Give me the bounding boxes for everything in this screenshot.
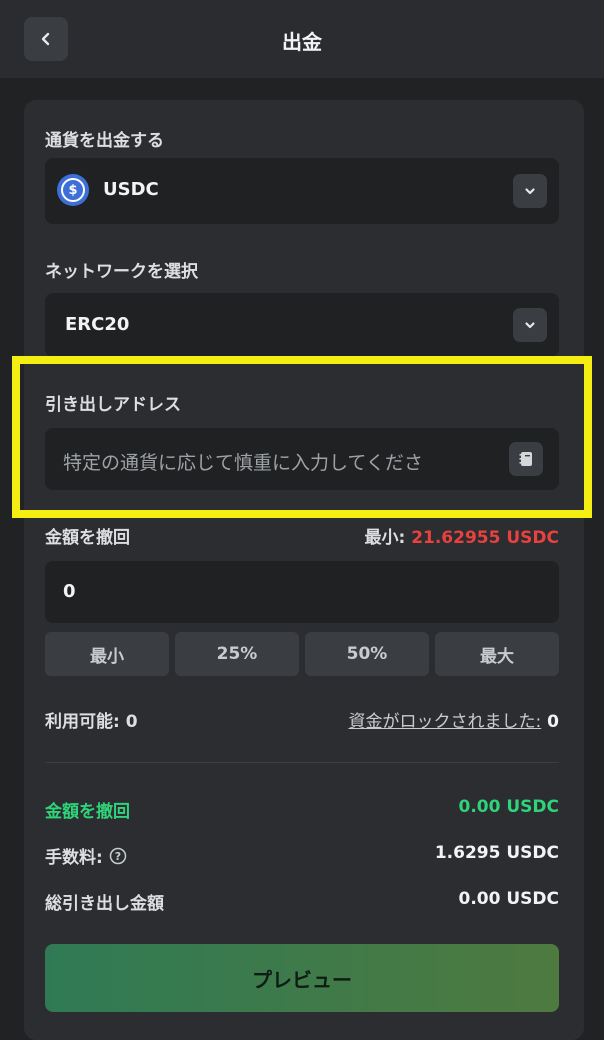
amount-label: 金額を撤回: [45, 528, 130, 548]
usdc-coin-icon: $: [57, 174, 89, 206]
available-balance: 利用可能: 0: [45, 707, 138, 732]
help-icon[interactable]: ?: [109, 847, 127, 865]
network-label: ネットワークを選択: [45, 262, 198, 282]
svg-text:?: ?: [115, 850, 121, 863]
50-percent-button[interactable]: 50%: [305, 632, 429, 676]
page-title: 出金: [282, 30, 322, 54]
preview-button[interactable]: プレビュー: [45, 944, 559, 1012]
total-value: 0.00 USDC: [458, 889, 560, 909]
currency-label: 通貨を出金する: [45, 131, 164, 151]
available-value: 0: [125, 712, 138, 732]
summary-withdraw-value: 0.00 USDC: [458, 797, 560, 817]
min-label: 最小:: [364, 528, 406, 548]
fee-label: 手数料:: [45, 848, 103, 868]
chevron-down-icon: [525, 188, 535, 195]
min-amount: 最小: 21.62955 USDC: [364, 523, 559, 548]
locked-value: 0: [547, 712, 559, 732]
summary-withdraw-label: 金額を撤回: [45, 802, 130, 822]
max-button[interactable]: 最大: [435, 632, 559, 676]
address-highlight-box: [12, 356, 592, 518]
locked-funds-link[interactable]: 資金がロックされました:: [349, 712, 542, 732]
network-select[interactable]: ERC20: [45, 293, 559, 357]
fee-value: 1.6295 USDC: [434, 843, 559, 863]
currency-select[interactable]: $ USDC: [45, 158, 559, 224]
min-button[interactable]: 最小: [45, 632, 169, 676]
locked-funds: 資金がロックされました: 0: [349, 707, 560, 732]
total-label: 総引き出し金額: [45, 894, 164, 914]
top-bar: 出金: [0, 0, 604, 78]
currency-dropdown-button[interactable]: [513, 174, 547, 208]
divider: [45, 762, 559, 763]
chevron-down-icon: [525, 322, 535, 329]
amount-value: 0: [63, 581, 76, 602]
fee-row: 手数料: ?: [45, 843, 127, 868]
network-value: ERC20: [65, 314, 130, 335]
25-percent-button[interactable]: 25%: [175, 632, 299, 676]
network-dropdown-button[interactable]: [513, 308, 547, 342]
available-label: 利用可能:: [45, 712, 120, 732]
currency-value: USDC: [103, 179, 159, 200]
amount-input[interactable]: 0: [45, 561, 559, 623]
min-value: 21.62955 USDC: [411, 528, 559, 548]
